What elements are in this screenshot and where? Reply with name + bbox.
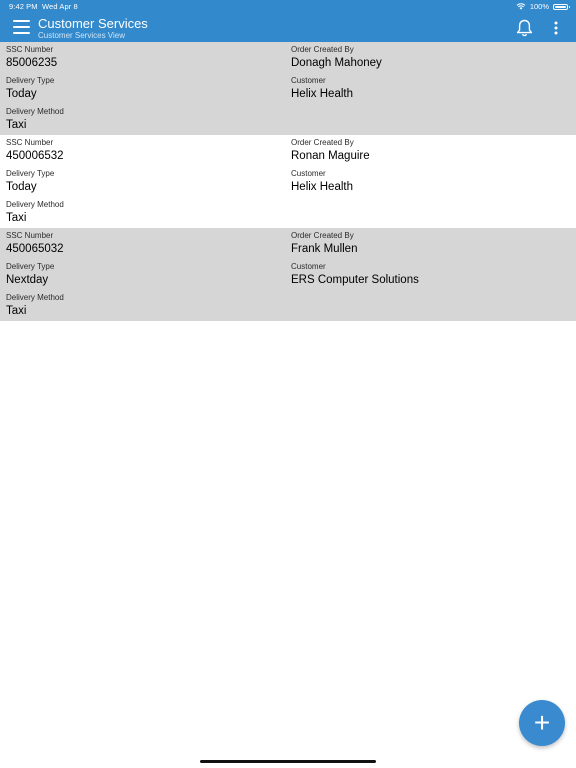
customer-value: Helix Health bbox=[291, 181, 353, 193]
delivery-method-label: Delivery Method bbox=[6, 107, 64, 116]
delivery-method-value: Taxi bbox=[6, 212, 27, 224]
ssc-number-value: 450065032 bbox=[6, 243, 64, 255]
home-indicator bbox=[200, 760, 376, 763]
orders-list: SSC Number 85006235 Order Created By Don… bbox=[0, 42, 576, 321]
list-item[interactable]: SSC Number 85006235 Order Created By Don… bbox=[0, 42, 576, 135]
add-order-button[interactable]: + bbox=[519, 700, 565, 746]
wifi-icon bbox=[516, 3, 526, 10]
ssc-number-value: 85006235 bbox=[6, 57, 58, 69]
status-bar-right: 100% bbox=[516, 2, 570, 11]
delivery-method-field: Delivery Method Taxi bbox=[6, 200, 64, 225]
page-subtitle: Customer Services View bbox=[38, 31, 125, 40]
more-vertical-icon[interactable] bbox=[550, 20, 562, 36]
customer-value: ERS Computer Solutions bbox=[291, 274, 419, 286]
order-created-by-value: Ronan Maguire bbox=[291, 150, 370, 162]
delivery-type-label: Delivery Type bbox=[6, 262, 55, 271]
ssc-number-label: SSC Number bbox=[6, 45, 54, 54]
delivery-method-value: Taxi bbox=[6, 119, 27, 131]
delivery-type-field: Delivery Type Nextday bbox=[6, 262, 54, 287]
order-created-by-label: Order Created By bbox=[291, 231, 354, 240]
ssc-number-field: SSC Number 85006235 bbox=[6, 45, 57, 70]
status-bar-clock: 9:42 PM Wed Apr 8 bbox=[9, 2, 78, 11]
order-created-by-value: Donagh Mahoney bbox=[291, 57, 382, 69]
menu-icon[interactable] bbox=[13, 20, 30, 34]
customer-field: Customer Helix Health bbox=[291, 169, 353, 194]
app-header: 9:42 PM Wed Apr 8 100% Customer Services… bbox=[0, 0, 576, 42]
order-created-by-value: Frank Mullen bbox=[291, 243, 358, 255]
battery-percentage: 100% bbox=[529, 2, 549, 11]
customer-label: Customer bbox=[291, 76, 326, 85]
delivery-type-label: Delivery Type bbox=[6, 76, 55, 85]
status-time: 9:42 PM bbox=[9, 2, 38, 11]
delivery-type-value: Today bbox=[6, 181, 37, 193]
order-created-by-field: Order Created By Frank Mullen bbox=[291, 231, 357, 256]
delivery-method-field: Delivery Method Taxi bbox=[6, 107, 64, 132]
delivery-type-value: Nextday bbox=[6, 274, 49, 286]
battery-icon bbox=[553, 3, 570, 10]
delivery-method-label: Delivery Method bbox=[6, 293, 64, 302]
customer-label: Customer bbox=[291, 169, 326, 178]
order-created-by-field: Order Created By Ronan Maguire bbox=[291, 138, 370, 163]
list-item[interactable]: SSC Number 450006532 Order Created By Ro… bbox=[0, 135, 576, 228]
plus-icon: + bbox=[533, 707, 551, 738]
ssc-number-value: 450006532 bbox=[6, 150, 64, 162]
delivery-method-value: Taxi bbox=[6, 305, 27, 317]
status-date: Wed Apr 8 bbox=[42, 2, 78, 11]
bell-icon[interactable] bbox=[516, 19, 533, 37]
ssc-number-field: SSC Number 450065032 bbox=[6, 231, 64, 256]
ssc-number-field: SSC Number 450006532 bbox=[6, 138, 64, 163]
ssc-number-label: SSC Number bbox=[6, 138, 54, 147]
delivery-method-label: Delivery Method bbox=[6, 200, 64, 209]
order-created-by-label: Order Created By bbox=[291, 138, 354, 147]
delivery-method-field: Delivery Method Taxi bbox=[6, 293, 64, 318]
order-created-by-field: Order Created By Donagh Mahoney bbox=[291, 45, 382, 70]
ssc-number-label: SSC Number bbox=[6, 231, 54, 240]
order-created-by-label: Order Created By bbox=[291, 45, 354, 54]
delivery-type-field: Delivery Type Today bbox=[6, 169, 54, 194]
delivery-type-value: Today bbox=[6, 88, 37, 100]
customer-field: Customer ERS Computer Solutions bbox=[291, 262, 419, 287]
page-title: Customer Services bbox=[38, 16, 148, 31]
customer-label: Customer bbox=[291, 262, 326, 271]
customer-field: Customer Helix Health bbox=[291, 76, 353, 101]
delivery-type-field: Delivery Type Today bbox=[6, 76, 54, 101]
delivery-type-label: Delivery Type bbox=[6, 169, 55, 178]
list-item[interactable]: SSC Number 450065032 Order Created By Fr… bbox=[0, 228, 576, 321]
customer-value: Helix Health bbox=[291, 88, 353, 100]
